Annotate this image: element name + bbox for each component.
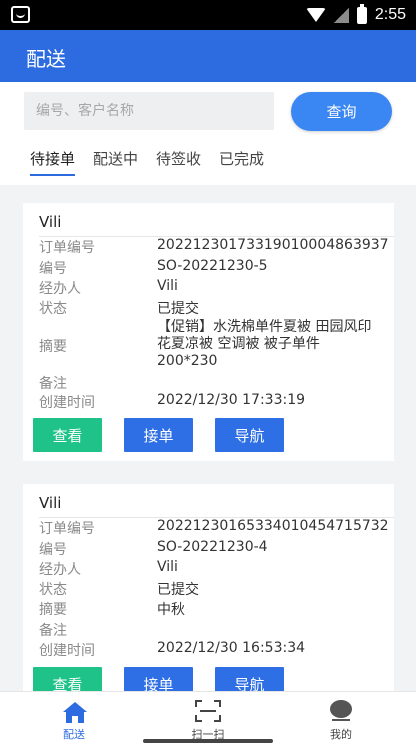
bottom-nav: 配送 扫一扫 我的 xyxy=(0,691,416,745)
nav-item-delivery[interactable]: 配送 xyxy=(34,692,114,745)
status-value: 已提交 xyxy=(157,301,199,317)
handler-label: 经办人 xyxy=(39,562,81,578)
scan-icon xyxy=(195,700,221,722)
tab-delivering[interactable]: 配送中 xyxy=(93,148,138,174)
search-area: 查询 待接单 配送中 待签收 已完成 xyxy=(0,82,416,185)
code-value: SO-20221230-5 xyxy=(157,258,268,274)
navigate-button[interactable]: 导航 xyxy=(215,418,284,452)
nav-item-mine[interactable]: 我的 xyxy=(301,692,381,745)
nav-label: 配送 xyxy=(63,728,85,741)
view-button[interactable]: 查看 xyxy=(33,418,102,452)
status-value: 已提交 xyxy=(157,582,199,598)
order-no-label: 订单编号 xyxy=(39,521,95,537)
order-no-value: 20221230173319010004863937 xyxy=(157,237,389,253)
app-bar: 配送 xyxy=(0,30,416,82)
customer-name: Vili xyxy=(39,494,62,512)
nav-label: 我的 xyxy=(330,728,352,741)
created-label: 创建时间 xyxy=(39,395,95,411)
status-bar: 2:55 xyxy=(0,0,416,30)
code-label: 编号 xyxy=(39,261,67,277)
query-button[interactable]: 查询 xyxy=(291,92,392,131)
created-value: 2022/12/30 16:53:34 xyxy=(157,640,306,656)
code-label: 编号 xyxy=(39,542,67,558)
user-icon xyxy=(330,700,352,721)
summary-label: 摘要 xyxy=(39,602,67,618)
status-time: 2:55 xyxy=(374,6,406,23)
tab-pending-accept[interactable]: 待接单 xyxy=(30,148,76,176)
summary-value: 中秋 xyxy=(157,602,185,618)
handler-value: Vili xyxy=(157,559,178,575)
code-value: SO-20221230-4 xyxy=(157,539,268,555)
battery-icon xyxy=(356,3,367,24)
system-indicators: 2:55 xyxy=(305,3,406,26)
home-indicator xyxy=(143,739,273,743)
remark-label: 备注 xyxy=(39,376,67,392)
order-card: Vili 订单编号 20221230165334010454715732 编号 … xyxy=(23,484,394,701)
tab-completed[interactable]: 已完成 xyxy=(219,148,264,174)
nav-item-scan[interactable]: 扫一扫 xyxy=(168,692,248,745)
status-label: 状态 xyxy=(39,582,67,598)
handler-label: 经办人 xyxy=(39,281,81,297)
order-card: Vili 订单编号 20221230173319010004863937 编号 … xyxy=(23,203,394,461)
order-no-value: 20221230165334010454715732 xyxy=(157,518,389,534)
status-label: 状态 xyxy=(39,301,67,317)
page-title: 配送 xyxy=(26,47,66,71)
summary-value: 【促销】水洗棉单件夏被 田园风印花夏凉被 空调被 被子单件200*230 xyxy=(157,319,372,369)
customer-name: Vili xyxy=(39,213,62,231)
home-icon xyxy=(63,702,87,723)
summary-label: 摘要 xyxy=(39,339,67,355)
handler-value: Vili xyxy=(157,278,178,294)
remark-label: 备注 xyxy=(39,623,67,639)
created-label: 创建时间 xyxy=(39,643,95,659)
wifi-icon xyxy=(305,8,326,22)
accept-button[interactable]: 接单 xyxy=(124,418,193,452)
tab-pending-sign[interactable]: 待签收 xyxy=(156,148,201,174)
signal-icon xyxy=(333,7,349,23)
order-no-label: 订单编号 xyxy=(39,240,95,256)
created-value: 2022/12/30 17:33:19 xyxy=(157,392,306,408)
app-notification-icon xyxy=(11,6,30,23)
status-tabs: 待接单 配送中 待签收 已完成 xyxy=(30,148,264,176)
search-input[interactable] xyxy=(24,92,274,130)
